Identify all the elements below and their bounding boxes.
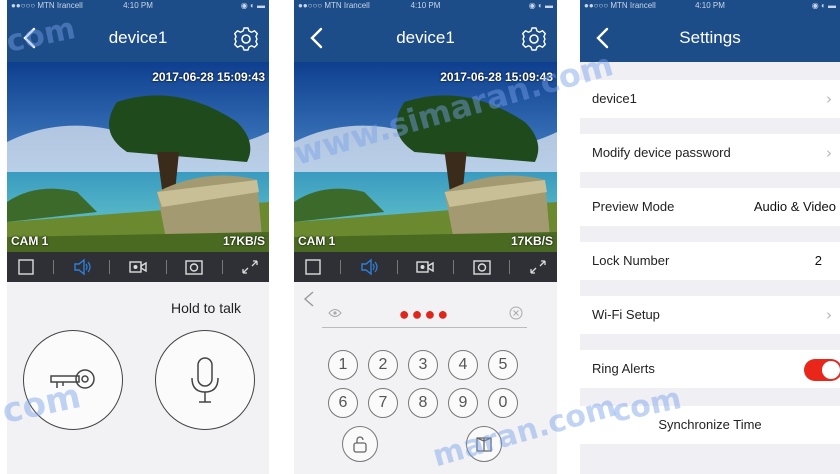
settings-row-preview-mode[interactable]: Preview Mode Audio & Video	[580, 188, 840, 226]
bitrate-label: 17KB/S	[222, 234, 265, 248]
status-bar: ●●○○○ MTN Irancell 4:10 PM ◉ ◐ ▬	[7, 0, 269, 12]
status-icons: ◉ ◐ ▬	[811, 1, 836, 10]
timestamp-overlay: 2017-06-28 15:09:43	[440, 70, 553, 84]
gate-button[interactable]	[466, 426, 502, 462]
unlock-submit-button[interactable]	[342, 426, 378, 462]
live-view-screen: ●●○○○ MTN Irancell 4:10 PM ◉ ◐ ▬ device1…	[7, 0, 269, 474]
video-toolbar	[294, 252, 557, 282]
speaker-icon[interactable]	[72, 258, 92, 276]
settings-row-device-name[interactable]: device1 ›	[580, 80, 840, 118]
key-3[interactable]: 3	[408, 350, 438, 380]
key-7[interactable]: 7	[368, 388, 398, 418]
settings-row-modify-password[interactable]: Modify device password ›	[580, 134, 840, 172]
settings-row-lock-number[interactable]: Lock Number 2	[580, 242, 840, 280]
status-bar: ●●○○○ MTN Irancell 4:10 PM ◉ ◐ ▬	[294, 0, 557, 12]
row-label: Lock Number	[592, 253, 670, 268]
record-icon[interactable]	[128, 258, 148, 276]
camera-label: CAM 1	[298, 234, 336, 248]
snapshot-icon[interactable]	[184, 258, 204, 276]
fullscreen-icon[interactable]	[240, 258, 260, 276]
nav-bar: device1	[294, 12, 557, 62]
chevron-right-icon: ›	[826, 144, 832, 162]
preview-mode-value: Audio & Video	[753, 199, 836, 214]
speaker-icon[interactable]	[359, 258, 379, 276]
carrier-label: ●●○○○ MTN Irancell	[298, 1, 370, 10]
key-9[interactable]: 9	[448, 388, 478, 418]
clock: 4:10 PM	[410, 1, 441, 10]
key-0[interactable]: 0	[488, 388, 518, 418]
camera-image	[7, 62, 269, 252]
video-toolbar	[7, 252, 269, 282]
key-8[interactable]: 8	[408, 388, 438, 418]
status-icons: ◉ ◐ ▬	[240, 1, 265, 10]
carrier-label: ●●○○○ MTN Irancell	[11, 1, 83, 10]
collapse-keypad-icon[interactable]	[302, 290, 316, 308]
gear-icon[interactable]	[233, 26, 259, 52]
chevron-right-icon: ›	[826, 306, 832, 324]
synchronize-time-button[interactable]: Synchronize Time	[580, 406, 840, 444]
camera-label: CAM 1	[11, 234, 49, 248]
video-feed[interactable]: 2017-06-28 15:09:43 CAM 1 17KB/S	[294, 62, 557, 252]
record-icon[interactable]	[415, 258, 435, 276]
key-icon	[50, 369, 95, 389]
unlock-icon	[353, 436, 367, 453]
key-5[interactable]: 5	[488, 350, 518, 380]
video-feed[interactable]: 2017-06-28 15:09:43 CAM 1 17KB/S	[7, 62, 269, 252]
chevron-right-icon: ›	[826, 90, 832, 108]
nav-bar: Settings	[580, 12, 840, 62]
settings-screen: ●●○○○ MTN Irancell 4:10 PM ◉ ◐ ▬ Setting…	[580, 0, 840, 474]
hold-to-talk-label: Hold to talk	[170, 300, 241, 316]
row-label: Synchronize Time	[658, 417, 762, 432]
ring-alerts-toggle[interactable]	[804, 359, 840, 381]
lock-number-value: 2	[814, 253, 822, 268]
key-4[interactable]: 4	[448, 350, 478, 380]
status-bar: ●●○○○ MTN Irancell 4:10 PM ◉ ◐ ▬	[580, 0, 840, 12]
clear-icon[interactable]	[509, 306, 523, 320]
clock: 4:10 PM	[695, 1, 725, 10]
talk-button[interactable]	[155, 330, 255, 430]
status-icons: ◉ ◐ ▬	[528, 1, 553, 10]
settings-row-ring-alerts: Ring Alerts	[580, 350, 840, 388]
row-label: Preview Mode	[592, 199, 675, 214]
key-2[interactable]: 2	[368, 350, 398, 380]
key-6[interactable]: 6	[328, 388, 358, 418]
unlock-keypad-screen: ●●○○○ MTN Irancell 4:10 PM ◉ ◐ ▬ device1…	[294, 0, 557, 474]
page-title: device1	[108, 28, 168, 47]
settings-row-wifi-setup[interactable]: Wi-Fi Setup ›	[580, 296, 840, 334]
row-label: Ring Alerts	[592, 361, 655, 376]
snapshot-icon[interactable]	[472, 258, 492, 276]
fullscreen-icon[interactable]	[528, 258, 548, 276]
nav-bar: device1	[7, 12, 269, 62]
row-label: Wi-Fi Setup	[592, 307, 660, 322]
page-title: device1	[396, 28, 455, 47]
microphone-icon	[191, 357, 219, 403]
gear-icon[interactable]	[521, 26, 547, 52]
stop-icon[interactable]	[16, 258, 36, 276]
stop-icon[interactable]	[303, 258, 323, 276]
key-1[interactable]: 1	[328, 350, 358, 380]
password-field[interactable]: ●●●●	[322, 302, 527, 328]
row-label: device1	[592, 91, 637, 106]
unlock-button[interactable]	[23, 330, 123, 430]
gate-icon	[476, 437, 492, 452]
timestamp-overlay: 2017-06-28 15:09:43	[152, 70, 265, 84]
carrier-label: ●●○○○ MTN Irancell	[584, 1, 656, 10]
camera-image	[294, 62, 557, 252]
clock: 4:10 PM	[123, 1, 153, 10]
page-title: Settings	[679, 28, 741, 47]
row-label: Modify device password	[592, 145, 731, 160]
bitrate-label: 17KB/S	[510, 234, 553, 248]
password-dots: ●●●●	[398, 304, 451, 324]
